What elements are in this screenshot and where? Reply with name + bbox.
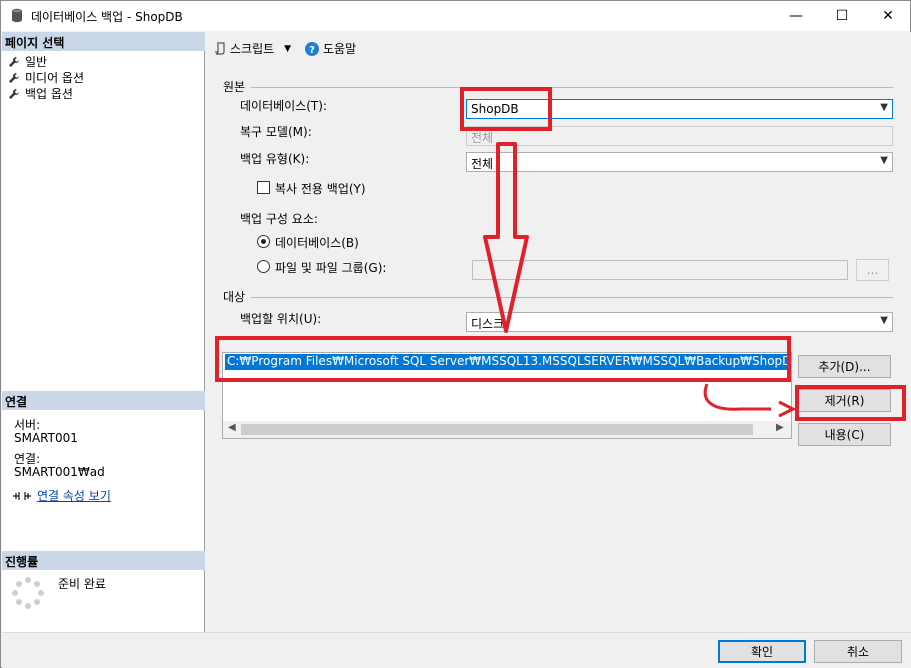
file-group-field[interactable] [472,260,848,280]
backup-type-select[interactable]: 전체 ▼ [466,152,893,172]
recovery-model-value: 전체 [471,131,494,145]
view-connection-properties-link[interactable]: 연결 속성 보기 [37,487,111,504]
toolbar: 스크립트 ▼ ? 도움말 [206,32,911,62]
scroll-right-icon[interactable]: ▶ [776,422,784,433]
title-bar: 데이터베이스 백업 - ShopDB — ☐ ✕ [1,1,910,31]
chevron-down-icon: ▼ [880,315,888,326]
contents-button[interactable]: 내용(C) [798,423,891,446]
component-database-radio[interactable] [257,235,270,248]
annotation-database-box [460,87,552,131]
add-button[interactable]: 추가(D)... [798,355,891,378]
browse-button[interactable]: ... [856,259,889,281]
recovery-model-label: 복구 모델(M): [240,125,312,139]
scrollbar-thumb[interactable] [241,424,753,435]
database-label: 데이터베이스(T): [240,99,327,113]
svg-text:?: ? [309,45,315,56]
progress-header: 진행률 [2,551,205,570]
help-icon: ? [305,41,319,56]
wrench-icon [9,88,19,99]
page-item-media-options[interactable]: 미디어 옵션 [8,69,84,86]
help-button[interactable]: ? 도움말 [305,40,356,57]
annotation-path-box [215,336,791,382]
backup-type-value: 전체 [471,157,494,171]
page-item-label: 일반 [25,55,48,69]
backup-to-label: 백업할 위치(U): [240,312,322,326]
component-files-radio[interactable] [257,260,270,273]
progress-status: 준비 완료 [58,577,106,591]
script-label: 스크립트 [230,42,275,56]
help-label: 도움말 [323,42,357,56]
database-icon [12,8,22,23]
dropdown-arrow-icon: ▼ [284,43,292,54]
wrench-icon [9,56,19,67]
server-value: SMART001 [14,431,78,445]
left-pane: 페이지 선택 일반 미디어 옵션 백업 옵션 연결 서버: SMART001 연… [2,32,205,632]
ok-button[interactable]: 확인 [718,640,806,663]
page-item-label: 미디어 옵션 [25,71,85,85]
close-button[interactable]: ✕ [865,1,911,31]
minimize-button[interactable]: — [773,1,819,31]
backup-component-label: 백업 구성 요소: [240,212,318,226]
cancel-button[interactable]: 취소 [814,640,902,663]
connection-value: SMART001₩ad [14,465,105,479]
page-item-backup-options[interactable]: 백업 옵션 [8,85,73,102]
copy-only-checkbox[interactable] [257,181,270,194]
script-dropdown[interactable]: 스크립트 ▼ [214,40,291,57]
source-group-label: 원본 [223,80,246,94]
dialog-footer: 확인 취소 [2,632,911,668]
page-select-header: 페이지 선택 [2,32,205,51]
chevron-down-icon: ▼ [880,155,888,166]
main-pane: 스크립트 ▼ ? 도움말 원본 데이터베이스(T): ShopDB ▼ 복구 모… [206,32,911,632]
connection-header: 연결 [2,391,205,410]
chevron-down-icon: ▼ [880,102,888,113]
copy-only-label: 복사 전용 백업(Y) [275,182,366,196]
destination-group-label: 대상 [223,290,246,304]
destination-divider [251,297,893,298]
script-icon [215,42,225,54]
backup-to-value: 디스크 [471,317,505,331]
connection-plug-icon [13,491,31,500]
scroll-left-icon[interactable]: ◀ [228,422,236,433]
component-files-label: 파일 및 파일 그룹(G): [275,261,387,275]
progress-spinner-icon [12,577,44,609]
wrench-icon [9,72,19,83]
view-connection-properties[interactable]: 연결 속성 보기 [12,487,111,504]
page-item-label: 백업 옵션 [25,87,73,101]
source-divider [251,87,893,88]
backup-to-select[interactable]: 디스크 ▼ [466,312,893,332]
annotation-remove-box [795,385,906,421]
page-item-general[interactable]: 일반 [8,53,47,70]
backup-type-label: 백업 유형(K): [240,152,310,166]
backup-database-dialog: 데이터베이스 백업 - ShopDB — ☐ ✕ 페이지 선택 일반 미디어 옵… [0,0,911,668]
component-database-label: 데이터베이스(B) [275,236,359,250]
horizontal-scrollbar[interactable]: ◀ ▶ [223,421,791,438]
maximize-button[interactable]: ☐ [819,1,865,31]
window-title: 데이터베이스 백업 - ShopDB [31,10,183,24]
